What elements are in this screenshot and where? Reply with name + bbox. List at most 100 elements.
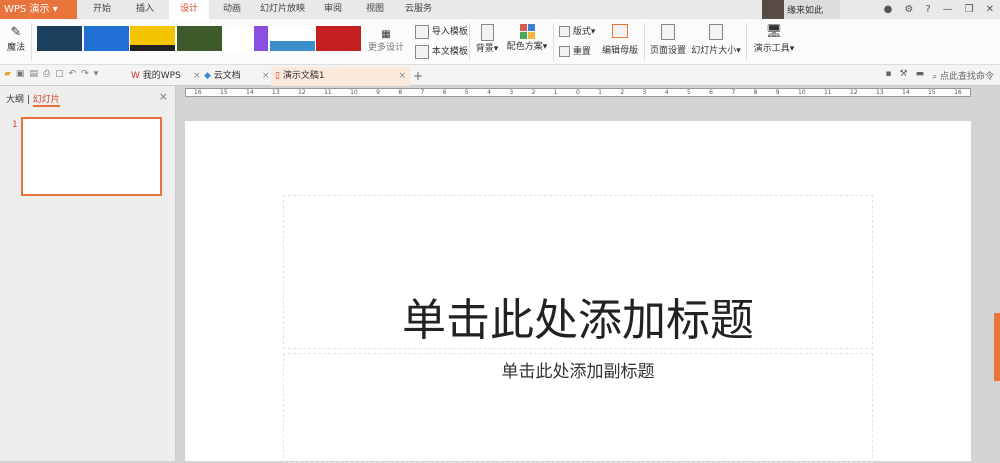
layout-icon [559, 26, 570, 37]
open-icon[interactable]: ▰ [4, 69, 11, 79]
edit-master-button[interactable]: 编辑母版 [601, 24, 639, 56]
page-icon [480, 24, 494, 41]
close-panel-icon[interactable]: × [159, 90, 168, 103]
grid-icon: ▦ [381, 29, 391, 40]
background-label: 背景▾ [475, 44, 499, 54]
ruler-tick-label: 13 [876, 89, 884, 96]
tab-review[interactable]: 审阅 [313, 0, 353, 19]
tab-view[interactable]: 视图 [355, 0, 395, 19]
ruler-tick-label: 2 [531, 89, 536, 96]
close-button[interactable]: ✕ [986, 4, 994, 15]
design-template-7[interactable] [316, 26, 361, 51]
close-tab-icon[interactable]: × [398, 67, 406, 86]
ruler-tick-label: 6 [442, 89, 447, 96]
tab-slides[interactable]: 幻灯片 [32, 95, 60, 107]
preview-icon[interactable]: ▢ [55, 69, 64, 79]
ruler-tick-label: 16 [194, 89, 202, 96]
ruler-tick-label: 9 [376, 89, 380, 96]
flag-icon[interactable]: ▬ [916, 69, 925, 82]
tab-outline[interactable]: 大纲 [6, 95, 24, 105]
edit-master-label: 编辑母版 [601, 46, 638, 56]
export-pdf-icon[interactable]: ▤ [29, 69, 38, 79]
slide-size-button[interactable]: 幻灯片大小▾ [690, 24, 742, 56]
magic-button[interactable]: ✎ 魔法 [4, 25, 28, 53]
tab-slideshow[interactable]: 幻灯片放映 [255, 0, 310, 19]
scrollbar-handle[interactable] [994, 313, 1000, 381]
ruler-tick-label: 2 [620, 89, 625, 96]
design-template-5[interactable] [223, 26, 268, 51]
ruler-tick-label: 14 [246, 89, 254, 96]
design-template-4[interactable] [177, 26, 222, 51]
new-tab-button[interactable]: + [413, 67, 423, 86]
tab-cloud-docs[interactable]: ◆ 云文档 [204, 67, 264, 86]
ruler-tick-label: 4 [664, 89, 669, 96]
skin-icon[interactable]: ● [884, 4, 893, 15]
background-button[interactable]: 背景▾ [474, 24, 500, 54]
ruler-tick-label: 1 [598, 89, 602, 96]
tab-start[interactable]: 开始 [82, 0, 122, 19]
design-template-1[interactable] [37, 26, 82, 51]
print-icon[interactable]: ⎙ [43, 69, 50, 79]
redo-icon[interactable]: ↷ [81, 69, 89, 79]
layout-button[interactable]: 版式▾ [559, 24, 595, 37]
tab-my-wps[interactable]: W 我的WPS [131, 67, 195, 86]
page-setup-button[interactable]: 页面设置 [650, 24, 686, 56]
presentation-tools-button[interactable]: 🖥 演示工具▾ [752, 24, 796, 54]
design-template-3[interactable] [130, 26, 175, 51]
avatar [762, 0, 784, 19]
ribbon: ✎ 魔法 ▦ 更多设计 导入模板 本文模板 背景▾ 配色方案▾ 版式▾ 重置 编辑母… [0, 19, 1000, 65]
divider [31, 23, 32, 61]
comment-icon[interactable]: ▪ [885, 69, 891, 82]
panel-tabs: 大纲 | 幻灯片 [6, 95, 60, 107]
template-icon [415, 24, 429, 39]
search-command-label: 点此查找命令 [939, 72, 994, 82]
ruler-tick-label: 11 [823, 89, 832, 96]
tab-design[interactable]: 设计 [169, 0, 209, 19]
magic-wand-icon: ✎ [10, 25, 22, 40]
user-name: 缘来如此 [787, 6, 824, 16]
ruler-tick-label: 6 [709, 89, 713, 96]
more-design-label: 更多设计 [367, 43, 404, 53]
this-template-button[interactable]: 本文模板 [415, 44, 468, 59]
ruler-tick-label: 15 [220, 89, 228, 96]
presentation-tools-icon: 🖥 [765, 24, 783, 39]
ruler-tick-label: 11 [324, 89, 332, 96]
color-scheme-label: 配色方案▾ [506, 42, 548, 52]
user-account[interactable]: 缘来如此 [762, 0, 840, 19]
page-setup-label: 页面设置 [650, 46, 687, 56]
tab-insert[interactable]: 插入 [125, 0, 165, 19]
save-icon[interactable]: ▣ [16, 69, 25, 79]
layout-label: 版式 [572, 27, 591, 37]
tools-icon[interactable]: ⚒ [899, 69, 907, 82]
settings-icon[interactable]: ⚙ [904, 4, 913, 15]
app-menu-button[interactable]: WPS 演示 ▾ [0, 0, 77, 19]
ruler-tick-label: 0 [575, 89, 580, 96]
ruler-tick-label: 12 [298, 89, 306, 96]
ruler-tick-label: 3 [509, 89, 514, 96]
help-icon[interactable]: ? [925, 4, 930, 15]
tab-animation[interactable]: 动画 [212, 0, 252, 19]
more-design-button[interactable]: ▦ 更多设计 [366, 29, 406, 53]
title-placeholder[interactable]: 单击此处添加标题 [283, 195, 873, 349]
ruler-tick-label: 1 [553, 89, 558, 96]
this-template-label: 本文模板 [431, 47, 468, 57]
ruler-tick-label: 10 [350, 89, 358, 96]
slide-thumbnail-1[interactable] [21, 117, 162, 196]
search-command[interactable]: ⌕ 点此查找命令 [932, 69, 994, 82]
dropdown-icon[interactable]: ▾ [94, 69, 99, 79]
presentation-tools-label: 演示工具▾ [753, 44, 795, 54]
reset-button[interactable]: 重置 [559, 44, 591, 57]
minimize-button[interactable]: — [943, 4, 953, 15]
design-template-6[interactable] [270, 26, 315, 51]
design-template-2[interactable] [84, 26, 129, 51]
subtitle-placeholder[interactable]: 单击此处添加副标题 [283, 353, 873, 463]
divider [553, 23, 554, 61]
magic-label: 魔法 [6, 43, 25, 53]
restore-button[interactable]: ❐ [965, 4, 974, 15]
tab-cloud[interactable]: 云服务 [396, 0, 441, 19]
tab-presentation-1[interactable]: ▯ 演示文稿1 × [271, 67, 410, 86]
reset-icon [559, 46, 570, 57]
color-scheme-button[interactable]: 配色方案▾ [505, 24, 549, 52]
undo-icon[interactable]: ↶ [69, 69, 77, 79]
import-template-button[interactable]: 导入模板 [415, 24, 468, 39]
